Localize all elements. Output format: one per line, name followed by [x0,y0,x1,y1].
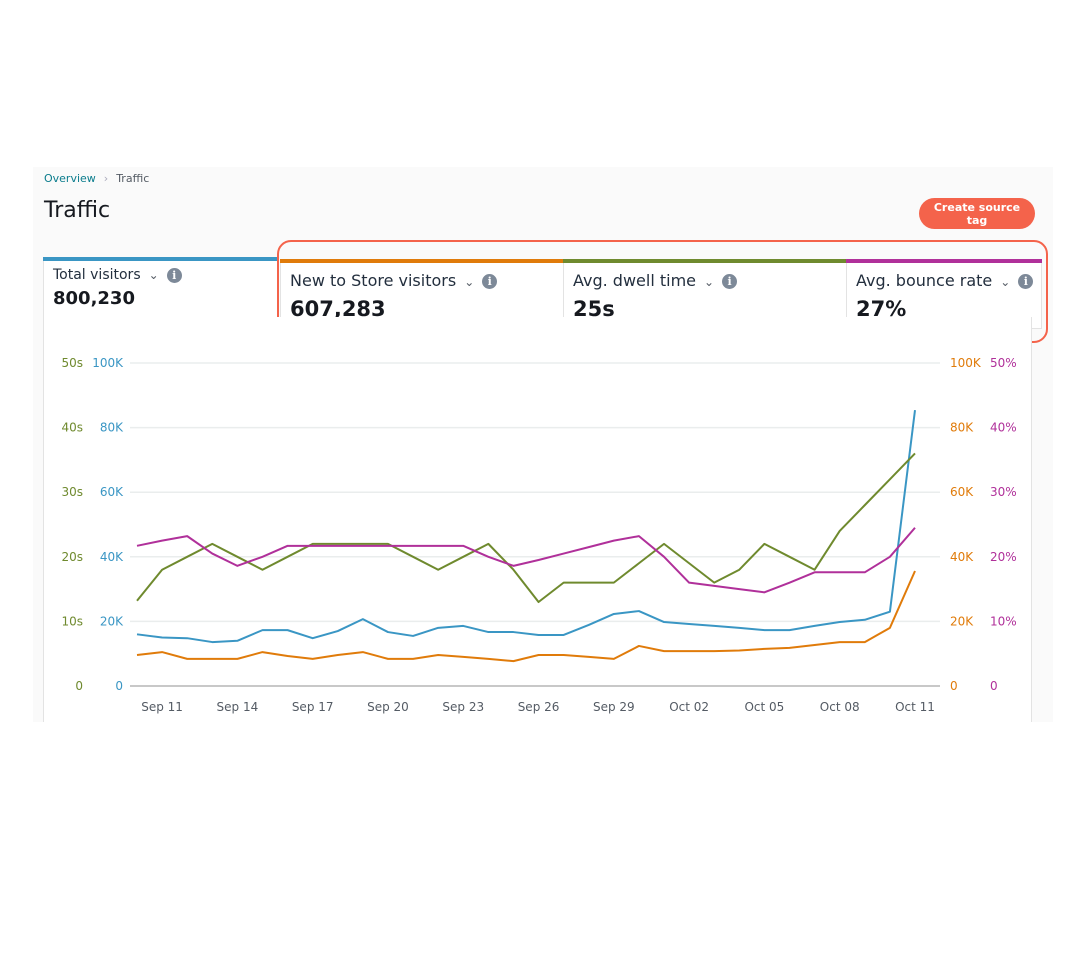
x-tick-label: Sep 20 [367,700,409,714]
axis-tick-label: 0 [950,679,958,693]
axis-tick-label: 0 [990,679,998,693]
axis-tick-label: 10% [990,614,1017,628]
axis-tick-label: 40s [61,421,83,435]
axis-tick-label: 20K [100,614,124,628]
axis-tick-label: 80K [100,421,124,435]
x-tick-label: Oct 02 [669,700,709,714]
axis-tick-label: 20% [990,550,1017,564]
axis-tick-label: 60K [950,485,974,499]
x-tick-label: Sep 11 [141,700,183,714]
axis-tick-label: 30s [61,485,83,499]
x-tick-label: Sep 26 [518,700,560,714]
axis-tick-label: 0 [115,679,123,693]
axis-tick-label: 40K [950,550,974,564]
axis-tick-label: 100K [92,356,124,370]
axis-tick-label: 10s [61,614,83,628]
axis-tick-label: 50% [990,356,1017,370]
axis-tick-label: 40K [100,550,124,564]
axis-tick-label: 40% [990,421,1017,435]
x-tick-label: Sep 29 [593,700,635,714]
axis-tick-label: 100K [950,356,982,370]
axis-tick-label: 80K [950,421,974,435]
x-tick-label: Oct 05 [744,700,784,714]
series-line-avg-bounce-rate [136,527,916,594]
axis-tick-label: 30% [990,485,1017,499]
x-tick-label: Sep 17 [292,700,334,714]
axis-tick-label: 0 [75,679,83,693]
axis-tick-label: 60K [100,485,124,499]
x-tick-label: Oct 08 [820,700,860,714]
axis-tick-label: 20K [950,614,974,628]
traffic-line-chart: 0 10s 20s 30s 40s 50s 0 20K 40K 60K 80K 100K 0 20K 40K… [61,356,1017,714]
x-tick-label: Oct 11 [895,700,935,714]
series-line-total-visitors [136,410,916,644]
axis-tick-label: 50s [61,356,83,370]
x-tick-label: Sep 23 [442,700,484,714]
axis-tick-label: 20s [61,550,83,564]
x-tick-label: Sep 14 [217,700,259,714]
